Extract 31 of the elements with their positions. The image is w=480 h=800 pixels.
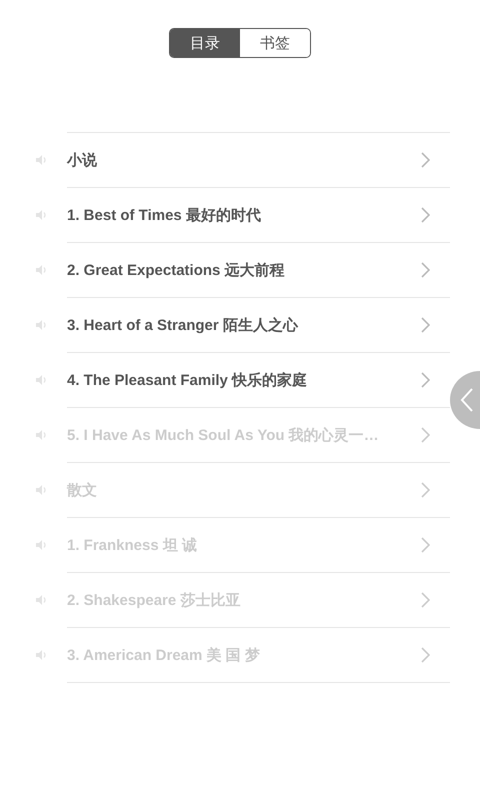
chapter-title: 小说 [67, 150, 98, 170]
chevron-icon [420, 207, 430, 223]
tab[interactable]: 目录 [170, 29, 240, 57]
speaker-icon [35, 264, 48, 276]
speaker-icon [35, 319, 48, 331]
speaker-icon [35, 649, 48, 661]
speaker-icon [35, 209, 48, 221]
chapter-row[interactable]: 2. Great Expectations 远大前程 [67, 243, 450, 298]
chapter-title: 3. Heart of a Stranger 陌生人之心 [67, 316, 300, 334]
speaker-icon [35, 374, 48, 386]
chevron-icon [420, 647, 430, 663]
speaker-icon [35, 154, 48, 166]
chapter-row[interactable]: 小说 [67, 133, 450, 188]
speaker-icon [35, 539, 48, 551]
chevron-icon [420, 537, 430, 553]
chapter-row[interactable]: 1. Best of Times 最好的时代 [67, 188, 450, 243]
chapter-row[interactable]: 3. Heart of a Stranger 陌生人之心 [67, 298, 450, 353]
speaker-icon [35, 429, 48, 441]
chevron-icon [420, 317, 430, 333]
chevron-icon [420, 152, 430, 168]
chevron-icon [420, 427, 430, 443]
chapter-title: 1. Best of Times 最好的时代 [67, 206, 262, 224]
chapter-row[interactable]: 4. The Pleasant Family 快乐的家庭 [67, 353, 450, 408]
chevron-icon [420, 262, 430, 278]
chevron-icon [420, 372, 430, 388]
chapter-title: 4. The Pleasant Family 快乐的家庭 [67, 370, 308, 390]
chevron-icon [420, 592, 430, 608]
speaker-icon [35, 484, 48, 496]
chapter-title: 2. Great Expectations 远大前程 [67, 260, 286, 280]
speaker-icon [35, 594, 48, 606]
chevron-icon [420, 482, 430, 498]
